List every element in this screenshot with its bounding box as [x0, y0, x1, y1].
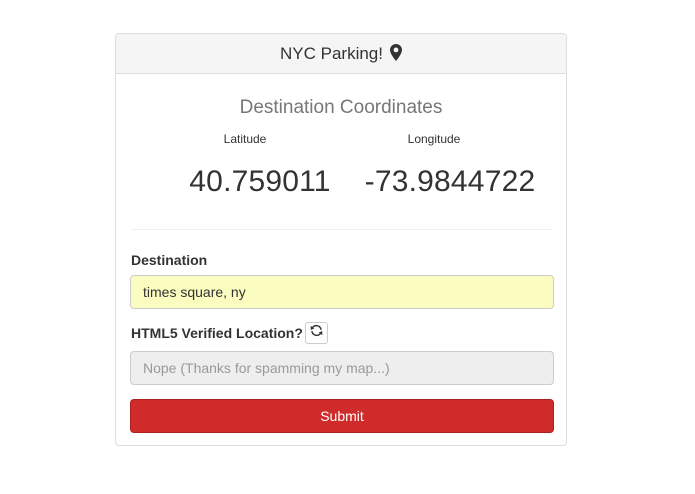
refresh-location-button[interactable]: [305, 322, 328, 344]
verified-location-field: Nope (Thanks for spamming my map...): [130, 351, 554, 385]
destination-input[interactable]: times square, ny: [130, 275, 554, 309]
longitude-value: -73.9844722: [364, 165, 536, 198]
panel-heading: NYC Parking!: [116, 34, 566, 74]
submit-button[interactable]: Submit: [130, 399, 554, 433]
map-marker-icon: [389, 44, 402, 61]
coordinates-title: Destination Coordinates: [239, 97, 443, 118]
parking-panel: NYC Parking! Destination Coordinates Lat…: [115, 33, 567, 446]
refresh-icon: [310, 324, 323, 342]
latitude-value: 40.759011: [189, 165, 331, 198]
longitude-label: Longitude: [407, 132, 461, 146]
app-title: NYC Parking!: [280, 43, 383, 63]
section-divider: [131, 229, 551, 230]
destination-label: Destination: [131, 252, 208, 268]
latitude-label: Latitude: [223, 132, 267, 146]
verified-location-label: HTML5 Verified Location?: [131, 325, 303, 341]
